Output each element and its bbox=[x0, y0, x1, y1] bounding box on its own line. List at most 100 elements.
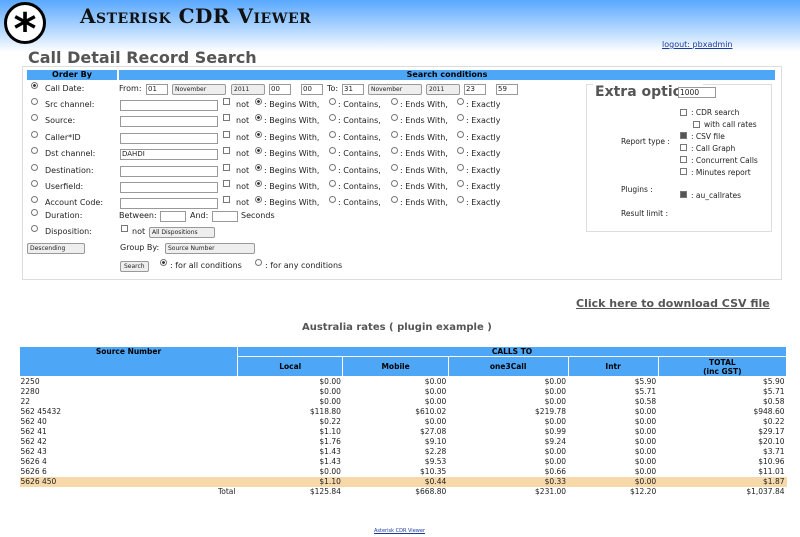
begins-with-radio[interactable] bbox=[255, 130, 262, 138]
exactly-radio[interactable] bbox=[457, 147, 464, 155]
to-minute-input[interactable]: 59 bbox=[496, 84, 518, 95]
order-call-date-radio[interactable] bbox=[31, 82, 38, 89]
begins-with-radio[interactable] bbox=[255, 98, 262, 105]
field-input[interactable] bbox=[120, 132, 218, 144]
exactly-radio[interactable] bbox=[457, 130, 464, 138]
disposition-select[interactable]: All Dispositions bbox=[149, 227, 215, 238]
field-not-checkbox[interactable] bbox=[223, 180, 230, 187]
order-disposition-radio[interactable] bbox=[31, 225, 38, 232]
begins-with-label: : Begins With, bbox=[264, 149, 320, 159]
contains-radio[interactable] bbox=[329, 147, 336, 155]
logout-link[interactable]: logout: pbxadmin bbox=[662, 40, 733, 49]
to-hour-input[interactable]: 23 bbox=[464, 84, 486, 95]
from-day-input[interactable]: 01 bbox=[146, 84, 168, 95]
contains-radio[interactable] bbox=[329, 180, 336, 187]
any-conditions-radio[interactable] bbox=[255, 259, 262, 266]
field-input[interactable]: DAHDI bbox=[120, 149, 218, 161]
from-year-select[interactable]: 2011 bbox=[231, 84, 265, 95]
field-not-checkbox[interactable] bbox=[223, 114, 230, 122]
report-type-label: Report type : bbox=[621, 137, 670, 146]
ends-with-radio[interactable] bbox=[391, 180, 398, 187]
contains-radio[interactable] bbox=[329, 130, 336, 138]
contains-radio[interactable] bbox=[329, 196, 336, 204]
ends-with-radio[interactable] bbox=[391, 98, 398, 105]
contains-radio[interactable] bbox=[329, 98, 336, 105]
cdr-search-checkbox[interactable] bbox=[680, 109, 687, 116]
order-field-radio[interactable] bbox=[31, 147, 38, 155]
field-input[interactable] bbox=[120, 116, 218, 128]
field-not-checkbox[interactable] bbox=[223, 147, 230, 155]
order-direction-select[interactable]: Descending bbox=[27, 243, 85, 254]
contains-radio[interactable] bbox=[329, 163, 336, 171]
source-number-header: Source Number bbox=[19, 346, 238, 377]
field-input[interactable] bbox=[120, 182, 218, 193]
to-day-input[interactable]: 31 bbox=[342, 84, 364, 95]
begins-with-radio[interactable] bbox=[255, 196, 262, 204]
mobile-cell: $0.44 bbox=[342, 476, 449, 487]
to-year-select[interactable]: 2011 bbox=[426, 84, 460, 95]
ends-with-radio[interactable] bbox=[391, 114, 398, 122]
order-duration-radio[interactable] bbox=[31, 209, 38, 216]
from-minute-input[interactable]: 00 bbox=[301, 84, 323, 95]
ends-with-radio[interactable] bbox=[391, 147, 398, 155]
group-by-select[interactable]: Source Number bbox=[165, 243, 255, 254]
to-month-select[interactable]: November bbox=[368, 84, 422, 95]
search-button[interactable]: Search bbox=[120, 261, 149, 272]
footer-link[interactable]: Asterisk CDR Viewer bbox=[374, 528, 425, 534]
source-number-cell: 562 41 bbox=[20, 427, 47, 436]
exactly-radio[interactable] bbox=[457, 114, 464, 122]
order-field-radio[interactable] bbox=[31, 98, 38, 105]
contains-radio[interactable] bbox=[329, 114, 336, 122]
begins-with-radio[interactable] bbox=[255, 180, 262, 187]
logout-user: pbxadmin bbox=[692, 40, 733, 49]
cdr-search-label: : CDR search bbox=[691, 108, 740, 117]
field-not-label: not bbox=[236, 116, 250, 126]
mobile-cell: $0.00 bbox=[424, 397, 447, 406]
with-call-rates-checkbox[interactable] bbox=[693, 121, 700, 128]
ends-with-radio[interactable] bbox=[391, 163, 398, 171]
one3call-cell: $9.24 bbox=[544, 437, 567, 446]
field-input[interactable] bbox=[120, 198, 218, 210]
ends-with-radio[interactable] bbox=[391, 196, 398, 204]
local-cell: $1.76 bbox=[319, 437, 341, 446]
call-graph-checkbox[interactable] bbox=[680, 144, 687, 151]
csv-file-checkbox[interactable] bbox=[680, 132, 687, 139]
from-month-select[interactable]: November bbox=[172, 84, 226, 95]
all-conditions-radio[interactable] bbox=[160, 259, 167, 266]
begins-with-radio[interactable] bbox=[255, 147, 262, 155]
field-not-checkbox[interactable] bbox=[223, 196, 230, 204]
order-field-radio[interactable] bbox=[31, 114, 38, 122]
exactly-radio[interactable] bbox=[457, 180, 464, 187]
ends-with-radio[interactable] bbox=[391, 130, 398, 138]
ends-with-label: : Ends With, bbox=[400, 182, 448, 191]
order-field-radio[interactable] bbox=[31, 130, 38, 138]
field-input[interactable] bbox=[120, 165, 218, 177]
search-field-row: Source: not: Begins With,: Contains,: End… bbox=[27, 114, 587, 128]
field-not-checkbox[interactable] bbox=[223, 130, 230, 138]
begins-with-radio[interactable] bbox=[255, 163, 262, 171]
au-callrates-checkbox[interactable] bbox=[680, 191, 687, 198]
minutes-report-checkbox[interactable] bbox=[680, 168, 687, 175]
order-field-radio[interactable] bbox=[31, 163, 38, 171]
from-hour-input[interactable]: 00 bbox=[269, 84, 291, 95]
field-label: Destination: bbox=[45, 165, 94, 175]
local-cell: $0.00 bbox=[319, 397, 341, 406]
download-csv-link[interactable]: Click here to download CSV file bbox=[576, 297, 770, 310]
field-not-checkbox[interactable] bbox=[223, 98, 230, 105]
duration-min-input[interactable] bbox=[160, 211, 186, 222]
result-limit-input[interactable]: 1000 bbox=[678, 87, 716, 98]
begins-with-label: : Begins With, bbox=[264, 182, 320, 191]
search-field-row: Src channel: not: Begins With,: Contains,… bbox=[27, 98, 587, 112]
order-field-radio[interactable] bbox=[31, 196, 38, 204]
field-input[interactable] bbox=[120, 100, 218, 111]
disposition-not-checkbox[interactable] bbox=[121, 225, 128, 232]
exactly-radio[interactable] bbox=[457, 98, 464, 105]
total-cell: $948.60 bbox=[753, 407, 785, 416]
begins-with-radio[interactable] bbox=[255, 114, 262, 122]
field-not-checkbox[interactable] bbox=[223, 163, 230, 171]
concurrent-calls-checkbox[interactable] bbox=[680, 156, 687, 163]
order-field-radio[interactable] bbox=[31, 180, 38, 187]
exactly-radio[interactable] bbox=[457, 163, 464, 171]
exactly-radio[interactable] bbox=[457, 196, 464, 204]
duration-max-input[interactable] bbox=[212, 211, 238, 222]
